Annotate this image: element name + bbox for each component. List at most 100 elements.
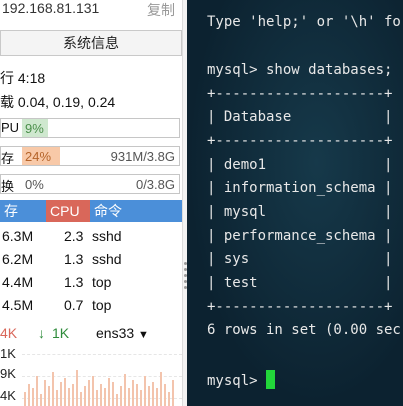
graph-bar bbox=[132, 380, 134, 406]
graph-bar bbox=[96, 390, 98, 406]
graph-bar bbox=[136, 384, 138, 406]
network-interface-select[interactable]: ens33 ▼ bbox=[96, 325, 149, 341]
table-row[interactable]: 4.5M 0.7 top bbox=[0, 294, 182, 317]
process-table-header: 存 CPU 命令 bbox=[0, 200, 182, 222]
terminal-line: | demo1 | bbox=[207, 157, 393, 173]
graph-y-label: 4K bbox=[0, 388, 16, 403]
terminal-line: | mysql | bbox=[207, 204, 393, 220]
graph-bar bbox=[44, 380, 46, 406]
memory-usage: 931M/3.8G bbox=[110, 149, 175, 164]
uptime-text: 行 4:18 bbox=[0, 70, 46, 86]
graph-bar bbox=[88, 380, 90, 406]
process-memory: 4.4M bbox=[2, 274, 34, 290]
swap-usage: 0/3.8G bbox=[135, 177, 175, 192]
graph-bar bbox=[80, 392, 82, 406]
interface-name: ens33 bbox=[96, 325, 135, 341]
terminal-line: | information_schema | bbox=[207, 180, 393, 196]
graph-bar bbox=[108, 378, 110, 406]
memory-label: 存 bbox=[1, 151, 15, 166]
host-ip: 192.168.81.131 bbox=[2, 0, 100, 16]
column-cpu[interactable]: CPU bbox=[46, 200, 90, 222]
graph-y-label: 9K bbox=[0, 366, 16, 381]
graph-y-label: 1K bbox=[0, 346, 16, 361]
memory-percent: 24% bbox=[25, 149, 52, 164]
graph-bar bbox=[116, 394, 118, 406]
terminal-line: +--------------------+ bbox=[207, 299, 393, 315]
column-memory[interactable]: 存 bbox=[0, 200, 46, 222]
terminal-line: 6 rows in set (0.00 sec bbox=[207, 322, 401, 338]
terminal-line: | Database | bbox=[207, 109, 393, 125]
swap-usage-bar: 换 0% 0/3.8G bbox=[0, 174, 180, 194]
graph-bar bbox=[92, 376, 94, 406]
process-cpu: 1.3 bbox=[64, 274, 84, 290]
process-cpu: 1.3 bbox=[64, 251, 84, 267]
table-row[interactable]: 4.4M 1.3 top bbox=[0, 271, 182, 294]
cpu-usage-bar: PU 9% bbox=[0, 118, 180, 138]
upload-rate: 4K bbox=[0, 325, 18, 341]
graph-bar bbox=[24, 392, 26, 406]
network-graph: 1K 9K 4K bbox=[0, 346, 182, 406]
swap-percent: 0% bbox=[25, 177, 44, 192]
download-arrow-icon: ↓ bbox=[38, 325, 45, 341]
cpu-label: PU bbox=[1, 120, 20, 135]
graph-bar bbox=[128, 388, 130, 406]
load-average-text: 载 0.04, 0.19, 0.24 bbox=[0, 94, 116, 110]
terminal-cursor bbox=[266, 370, 276, 389]
graph-bar bbox=[140, 390, 142, 406]
process-cpu: 2.3 bbox=[64, 228, 84, 244]
terminal-prompt-line[interactable]: mysql> bbox=[207, 370, 276, 389]
graph-bar bbox=[84, 386, 86, 406]
terminal-line: +--------------------+ bbox=[207, 86, 393, 102]
memory-usage-bar: 存 24% 931M/3.8G bbox=[0, 146, 180, 166]
graph-bar bbox=[164, 384, 166, 406]
graph-bar bbox=[52, 372, 54, 406]
process-command: top bbox=[92, 297, 112, 313]
graph-bar bbox=[32, 388, 34, 406]
terminal-line: | sys | bbox=[207, 251, 393, 267]
chevron-down-icon: ▼ bbox=[138, 329, 149, 341]
column-command[interactable]: 命令 bbox=[90, 200, 182, 222]
graph-bar bbox=[60, 382, 62, 406]
graph-bar bbox=[28, 384, 30, 406]
terminal-line: mysql> show databases; bbox=[207, 62, 393, 78]
graph-bar bbox=[112, 382, 114, 406]
graph-bar bbox=[144, 376, 146, 406]
cpu-percent: 9% bbox=[25, 121, 44, 136]
terminal-line: | performance_schema | bbox=[207, 228, 393, 244]
server-status-panel: 192.168.81.131 复制 系统信息 行 4:18 载 0.04, 0.… bbox=[0, 0, 186, 406]
graph-bar bbox=[104, 388, 106, 406]
table-row[interactable]: 6.2M 1.3 sshd bbox=[0, 248, 182, 271]
swap-label: 换 bbox=[1, 179, 15, 194]
terminal-line: +--------------------+ bbox=[207, 133, 393, 149]
graph-bar bbox=[68, 388, 70, 406]
graph-bar bbox=[172, 380, 174, 406]
process-memory: 6.2M bbox=[2, 251, 34, 267]
process-cpu: 0.7 bbox=[64, 297, 84, 313]
terminal-prompt: mysql> bbox=[207, 373, 267, 389]
graph-bar bbox=[48, 386, 50, 406]
graph-bar bbox=[56, 390, 58, 406]
graph-bar bbox=[168, 392, 170, 406]
copy-ip-button[interactable]: 复制 bbox=[147, 0, 175, 20]
process-command: sshd bbox=[92, 251, 122, 267]
process-command: sshd bbox=[92, 228, 122, 244]
graph-bar bbox=[100, 384, 102, 406]
graph-bar bbox=[124, 374, 126, 406]
graph-bar bbox=[160, 372, 162, 406]
process-command: top bbox=[92, 274, 112, 290]
graph-bar bbox=[36, 376, 38, 406]
graph-bar bbox=[64, 378, 66, 406]
system-info-button[interactable]: 系统信息 bbox=[0, 30, 182, 56]
graph-bar bbox=[156, 388, 158, 406]
process-memory: 4.5M bbox=[2, 297, 34, 313]
table-row[interactable]: 6.3M 2.3 sshd bbox=[0, 225, 182, 248]
terminal-window[interactable]: Type 'help;' or '\h' fo mysql> show data… bbox=[187, 0, 403, 406]
graph-bar bbox=[120, 386, 122, 406]
graph-bar bbox=[152, 382, 154, 406]
download-rate: 1K bbox=[52, 325, 70, 341]
graph-bar bbox=[148, 386, 150, 406]
graph-bar bbox=[76, 370, 78, 406]
terminal-line: Type 'help;' or '\h' fo bbox=[207, 14, 401, 30]
process-memory: 6.3M bbox=[2, 228, 34, 244]
graph-bar bbox=[72, 384, 74, 406]
